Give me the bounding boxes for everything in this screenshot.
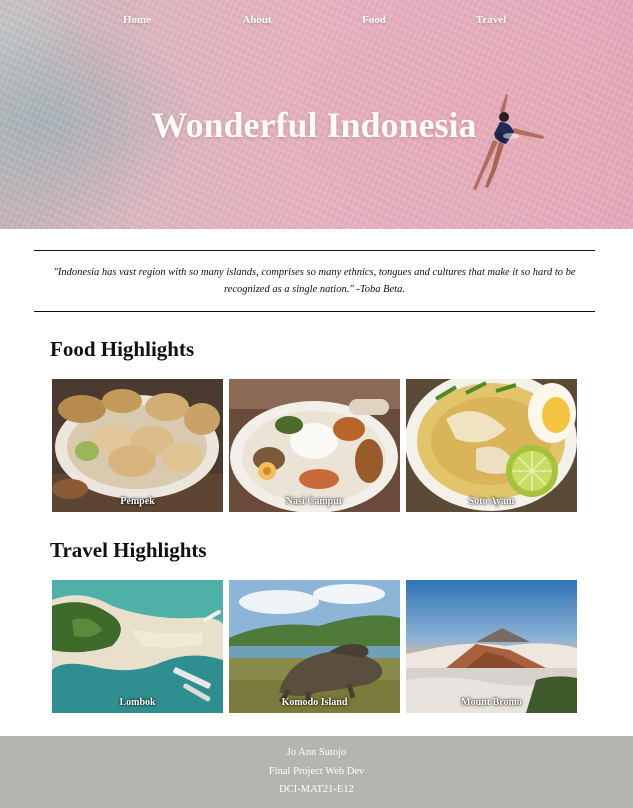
nav-food-link[interactable]: Food [362,14,386,26]
nav-travel-link[interactable]: Travel [476,14,506,26]
food-caption: Soto Ayam [468,496,515,507]
food-card-soto-ayam[interactable]: Soto Ayam [406,379,577,512]
pempek-image [52,379,223,512]
travel-card-lombok[interactable]: Lombok [52,580,223,713]
travel-section-title: Travel Highlights [50,538,207,562]
food-gallery: Pempek Nasi Campur Soto Ayam [52,379,578,512]
travel-caption: Mount Bromo [461,697,522,708]
page-footer: Jo Ann Sutojo Final Project Web Dev DCI-… [0,736,633,808]
quote-block: "Indonesia has vast region with so many … [34,250,595,312]
travel-card-komodo[interactable]: Komodo Island [229,580,400,713]
hero-banner: Home About Food Travel Wonderful Indones… [0,0,633,229]
travel-gallery: Lombok Komodo Island Mount Bromo [52,580,578,713]
nav-home-link[interactable]: Home [123,14,151,26]
travel-caption: Lombok [119,697,156,708]
swimmer-figure [473,94,544,190]
soto-ayam-image [406,379,577,512]
nav-about-link[interactable]: About [242,14,271,26]
food-section-title: Food Highlights [50,337,195,361]
travel-caption: Komodo Island [281,697,348,708]
quote-text: "Indonesia has vast region with so many … [53,267,576,295]
footer-class-code: DCI-MAT21-E12 [279,784,354,795]
top-nav: Home About Food Travel [0,14,633,34]
nasi-campur-image [229,379,400,512]
lombok-image [52,580,223,713]
mount-bromo-image [406,580,577,713]
food-card-nasi-campur[interactable]: Nasi Campur [229,379,400,512]
footer-project: Final Project Web Dev [268,765,365,777]
food-card-pempek[interactable]: Pempek [52,379,223,512]
footer-author: Jo Ann Sutojo [286,747,347,758]
travel-card-bromo[interactable]: Mount Bromo [406,580,577,713]
komodo-image [229,580,400,713]
food-caption: Pempek [120,496,155,507]
food-caption: Nasi Campur [285,496,344,507]
